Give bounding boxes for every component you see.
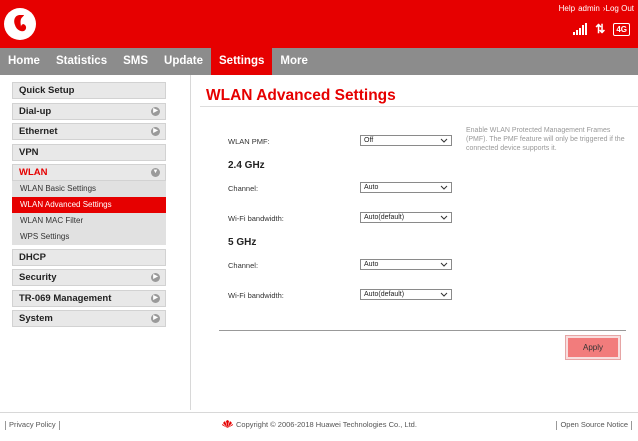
bandwidth-24-value: Auto(default): [364, 214, 405, 221]
channel-5-value: Auto: [364, 261, 379, 268]
privacy-policy-link[interactable]: Privacy Policy: [5, 420, 63, 430]
sidebar-item-tr069[interactable]: TR-069 Management ▶: [12, 289, 166, 307]
sidebar-item-dhcp[interactable]: DHCP: [12, 248, 166, 266]
pmf-help-text: Enable WLAN Protected Management Frames …: [466, 127, 625, 152]
apply-button-label: Apply: [568, 338, 618, 357]
chevron-down-icon: ▼: [151, 168, 160, 177]
channel-24-value: Auto: [364, 184, 379, 191]
sidebar-subitem-wlan-basic[interactable]: WLAN Basic Settings: [12, 181, 166, 197]
chevron-down-icon: [440, 138, 448, 143]
apply-button[interactable]: Apply: [565, 335, 621, 360]
channel-5-label: Channel:: [228, 261, 259, 270]
privacy-policy-label: Privacy Policy: [9, 420, 56, 429]
sidebar-item-quick-setup[interactable]: Quick Setup: [12, 82, 166, 99]
copyright: Copyright © 2006-2018 Huawei Technologie…: [222, 420, 417, 429]
bandwidth-24-select[interactable]: Auto(default): [360, 212, 452, 223]
bandwidth-5-select[interactable]: Auto(default): [360, 289, 452, 300]
channel-24-select[interactable]: Auto: [360, 182, 452, 193]
top-bar: Help admin ›Log Out ⇅ 4G: [0, 0, 638, 48]
data-transfer-icon: ⇅: [595, 22, 606, 36]
band-24ghz-heading: 2.4 GHz: [228, 160, 265, 171]
tab-update[interactable]: Update: [156, 48, 211, 75]
sidebar-subitem-wlan-advanced[interactable]: WLAN Advanced Settings: [12, 197, 166, 213]
admin-link[interactable]: admin: [578, 4, 600, 13]
tab-statistics[interactable]: Statistics: [48, 48, 115, 75]
chevron-down-icon: [440, 185, 448, 190]
chevron-down-icon: [440, 262, 448, 267]
sidebar-item-label: Ethernet: [19, 126, 58, 137]
sidebar-item-wlan[interactable]: WLAN ▼: [12, 164, 166, 181]
status-icons: ⇅ 4G: [573, 22, 630, 36]
sidebar-item-label: System: [19, 313, 53, 324]
main-nav: Home Statistics SMS Update Settings More: [0, 48, 638, 75]
sidebar-item-security[interactable]: Security ▶: [12, 269, 166, 286]
footer-divider: [0, 412, 638, 413]
bandwidth-5-label: Wi-Fi bandwidth:: [228, 291, 284, 300]
channel-24-label: Channel:: [228, 184, 259, 193]
sidebar-item-label: TR-069 Management: [19, 292, 112, 304]
sidebar-subitem-wps[interactable]: WPS Settings: [12, 229, 166, 245]
chevron-right-icon: ▶: [151, 106, 160, 116]
tab-settings[interactable]: Settings: [211, 48, 273, 75]
tab-more[interactable]: More: [272, 48, 315, 75]
band-5ghz-heading: 5 GHz: [228, 237, 257, 248]
pmf-select-value: Off: [364, 137, 374, 144]
network-type-badge: 4G: [613, 22, 630, 36]
huawei-logo-icon: [222, 420, 233, 428]
pmf-select[interactable]: Off: [360, 135, 452, 146]
sidebar-item-label: Security: [19, 272, 57, 283]
sidebar-item-label: Dial-up: [19, 105, 52, 117]
signal-strength-icon: [573, 23, 588, 35]
header-links: Help admin ›Log Out: [559, 4, 634, 13]
open-source-notice-link[interactable]: Open Source Notice: [553, 420, 632, 430]
logout-link[interactable]: ›Log Out: [603, 4, 634, 13]
sidebar: Quick Setup Dial-up ▶ Ethernet ▶ VPN WLAN ▼…: [12, 82, 166, 331]
sidebar-item-vpn[interactable]: VPN: [12, 143, 166, 161]
bandwidth-24-label: Wi-Fi bandwidth:: [228, 214, 284, 223]
channel-5-select[interactable]: Auto: [360, 259, 452, 270]
open-source-notice-label: Open Source Notice: [560, 420, 628, 429]
chevron-right-icon: ▶: [151, 127, 160, 136]
sidebar-subitem-wlan-mac-filter[interactable]: WLAN MAC Filter: [12, 213, 166, 229]
logout-label: Log Out: [605, 4, 634, 13]
sidebar-item-dial-up[interactable]: Dial-up ▶: [12, 102, 166, 120]
title-underline: [200, 106, 638, 107]
chevron-down-icon: [440, 292, 448, 297]
page-title: WLAN Advanced Settings: [206, 87, 396, 104]
content-divider: [190, 75, 191, 410]
chevron-right-icon: ▶: [151, 314, 160, 323]
sidebar-item-system[interactable]: System ▶: [12, 310, 166, 327]
form-divider: [219, 330, 626, 331]
chevron-right-icon: ▶: [151, 273, 160, 282]
chevron-down-icon: [440, 215, 448, 220]
sidebar-item-label: WLAN: [19, 167, 48, 178]
sidebar-item-ethernet[interactable]: Ethernet ▶: [12, 123, 166, 140]
help-link[interactable]: Help: [559, 4, 575, 13]
tab-home[interactable]: Home: [0, 48, 48, 75]
bandwidth-5-value: Auto(default): [364, 291, 405, 298]
copyright-text: Copyright © 2006-2018 Huawei Technologie…: [236, 420, 417, 429]
wlan-submenu: WLAN Basic Settings WLAN Advanced Settin…: [12, 181, 166, 245]
vodafone-logo-icon[interactable]: [4, 8, 36, 40]
pmf-label: WLAN PMF:: [228, 137, 270, 146]
tab-sms[interactable]: SMS: [115, 48, 156, 75]
chevron-right-icon: ▶: [151, 293, 160, 303]
